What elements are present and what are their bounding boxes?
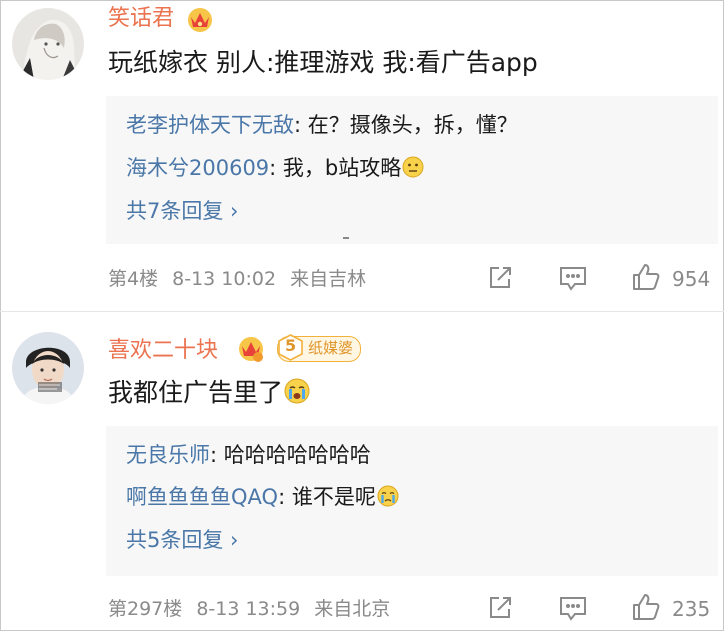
share-icon[interactable] — [486, 264, 514, 296]
badge-label: 纸媒婆 — [308, 339, 354, 357]
comment-date: 8-13 13:59 — [196, 598, 301, 620]
comment-date: 8-13 10:02 — [172, 268, 277, 290]
reply-text: : 哈哈哈哈哈哈哈 — [210, 443, 371, 467]
scroll-indicator — [343, 237, 349, 239]
more-replies-link[interactable]: 共7条回复 › — [126, 197, 238, 225]
comment-meta: 第4楼 8-13 10:02 来自吉林 — [108, 266, 366, 292]
reply-box: 老李护体天下无敌: 在？摄像头，拆，懂？ 海木兮200609: 我，b站攻略 共… — [106, 96, 718, 244]
comment-text: 我都住广告里了 — [108, 378, 284, 407]
comment-icon[interactable] — [558, 594, 588, 626]
reply-text: : 在？摄像头，拆，懂？ — [294, 113, 518, 137]
floor-number: 第4楼 — [108, 268, 159, 290]
reply-item: 老李护体天下无敌: 在？摄像头，拆，懂？ — [126, 111, 518, 139]
username[interactable]: 笑话君 — [108, 5, 174, 33]
divider — [0, 311, 724, 312]
reply-box: 无良乐师: 哈哈哈哈哈哈哈 啊鱼鱼鱼鱼QAQ: 谁不是呢 共5条回复 › — [106, 426, 718, 576]
share-icon[interactable] — [486, 594, 514, 626]
reply-username[interactable]: 海木兮200609 — [126, 156, 269, 180]
vip-crown-icon — [185, 5, 215, 37]
crying-emoji-icon — [283, 377, 311, 414]
awkward-emoji-icon — [401, 155, 425, 186]
avatar[interactable] — [12, 8, 84, 80]
more-replies-link[interactable]: 共5条回复 › — [126, 526, 238, 554]
reply-item: 海木兮200609: 我，b站攻略 — [126, 154, 425, 186]
reply-item: 啊鱼鱼鱼鱼QAQ: 谁不是呢 — [126, 483, 400, 515]
comment-content: 我都住广告里了 — [108, 376, 311, 414]
vip-crown-icon — [236, 333, 266, 367]
reply-username[interactable]: 老李护体天下无敌 — [126, 113, 294, 137]
username[interactable]: 喜欢二十块 — [108, 337, 218, 365]
like-count: 954 — [672, 267, 711, 291]
comment-location: 来自北京 — [314, 598, 391, 620]
avatar[interactable] — [12, 332, 84, 404]
comment-meta: 第297楼 8-13 13:59 来自北京 — [108, 596, 390, 622]
comment-content: 玩纸嫁衣 别人:推理游戏 我:看广告app — [108, 48, 538, 77]
sad-emoji-icon — [376, 484, 400, 515]
like-icon[interactable] — [630, 261, 662, 297]
floor-number: 第297楼 — [108, 598, 183, 620]
badge-level: 5 — [285, 336, 297, 355]
comment-icon[interactable] — [558, 264, 588, 296]
reply-item: 无良乐师: 哈哈哈哈哈哈哈 — [126, 441, 371, 469]
fan-badge: 5 纸媒婆 — [277, 334, 361, 362]
like-icon[interactable] — [630, 591, 662, 627]
reply-username[interactable]: 啊鱼鱼鱼鱼QAQ — [126, 485, 278, 509]
comment-location: 来自吉林 — [290, 268, 367, 290]
reply-text: : 我，b站攻略 — [269, 156, 402, 180]
reply-username[interactable]: 无良乐师 — [126, 443, 210, 467]
like-count: 235 — [672, 597, 711, 621]
reply-text: : 谁不是呢 — [278, 485, 376, 509]
badge-level-icon: 5 — [277, 334, 304, 361]
